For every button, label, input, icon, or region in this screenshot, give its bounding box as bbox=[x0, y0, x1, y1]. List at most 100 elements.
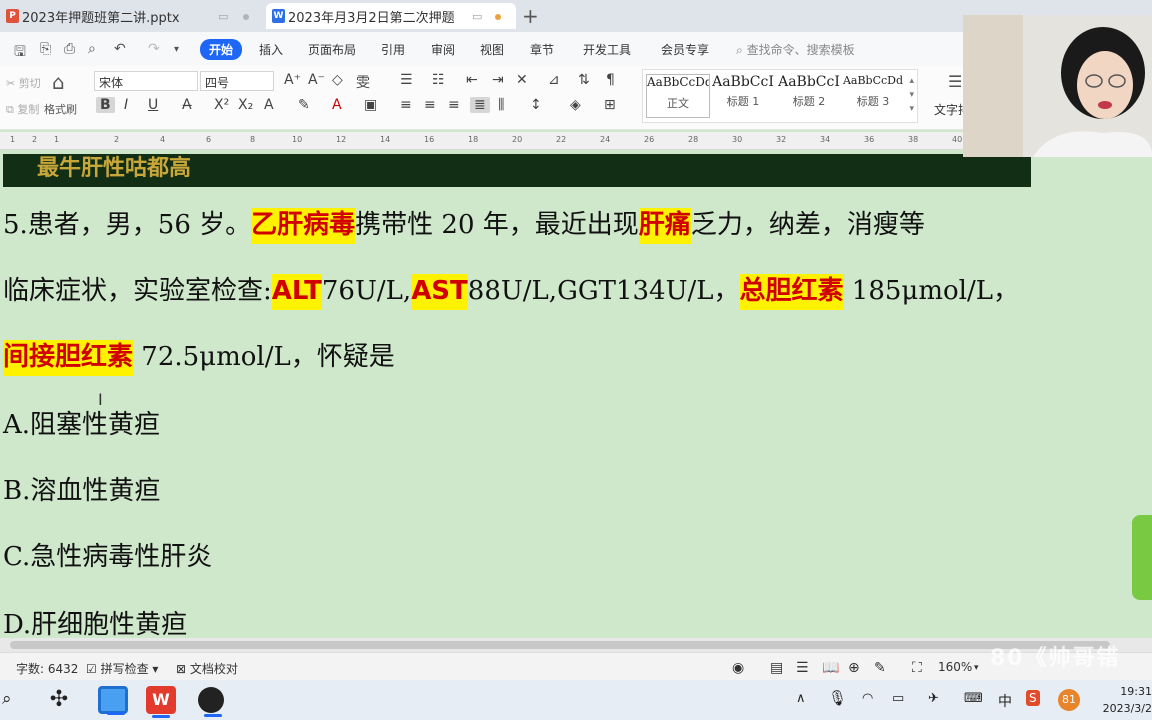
tab-pptx-document[interactable]: P 2023年押题班第二讲.pptx ▭ bbox=[0, 3, 262, 29]
vpn-icon[interactable]: ✈ bbox=[928, 691, 939, 706]
option-c[interactable]: C.急性病毒性肝炎 bbox=[3, 536, 212, 573]
format-painter-icon[interactable]: ⌂ bbox=[52, 70, 65, 94]
keyboard-icon[interactable]: ⌨ bbox=[964, 691, 983, 706]
format-painter-label[interactable]: 格式刷 bbox=[44, 101, 77, 117]
print-icon[interactable]: ⎙ bbox=[64, 41, 75, 57]
style-normal[interactable]: AaBbCcDd 正文 bbox=[646, 74, 710, 118]
document-canvas[interactable]: 最牛肝性咕都高 5.患者，男，56 岁。乙肝病毒携带性 20 年，最近出现肝痛乏… bbox=[0, 150, 1152, 638]
phonetic-guide-icon[interactable]: 雯 bbox=[356, 72, 370, 92]
borders-icon[interactable]: ⊞ bbox=[604, 97, 616, 113]
style-heading-3[interactable]: AaBbCcDd 标题 3 bbox=[841, 74, 905, 109]
zoom-level[interactable]: 160% bbox=[938, 660, 972, 674]
menu-references[interactable]: 引用 bbox=[381, 41, 405, 58]
show-marks-icon[interactable]: ¶ bbox=[606, 72, 615, 88]
option-d[interactable]: D.肝细胞性黄疸 bbox=[3, 604, 187, 638]
option-a[interactable]: A.阻塞性黄疸 bbox=[3, 404, 160, 441]
numbered-list-icon[interactable]: ☷ bbox=[432, 72, 445, 88]
menu-view[interactable]: 视图 bbox=[480, 41, 504, 58]
page-view-icon[interactable]: ▤ bbox=[770, 660, 783, 676]
text-direction-icon[interactable]: ⊿ bbox=[548, 72, 560, 88]
spell-check-button[interactable]: ☑ 拼写检查 ▾ bbox=[86, 660, 158, 677]
menu-review[interactable]: 审阅 bbox=[431, 41, 455, 58]
horizontal-scrollbar[interactable] bbox=[0, 638, 1152, 652]
screen-recorder-icon[interactable] bbox=[98, 686, 128, 715]
save-icon[interactable]: 🖫 bbox=[14, 41, 26, 65]
question-line-1[interactable]: 5.患者，男，56 岁。乙肝病毒携带性 20 年，最近出现肝痛乏力，纳差，消瘦等 bbox=[3, 204, 925, 244]
option-b[interactable]: B.溶血性黄疸 bbox=[3, 470, 160, 507]
shading-icon[interactable]: ◈ bbox=[570, 97, 581, 113]
line-spacing-icon[interactable]: ↕ bbox=[530, 97, 542, 113]
system-clock[interactable]: 19:31 2023/3/2 bbox=[1096, 683, 1152, 717]
obs-icon[interactable] bbox=[198, 687, 224, 717]
char-border-icon[interactable]: ▣ bbox=[364, 97, 377, 113]
font-name-select[interactable]: 宋体 bbox=[94, 71, 198, 91]
question-line-3[interactable]: 间接胆红素 72.5μmol/L，怀疑是 bbox=[3, 336, 395, 376]
scrollbar-thumb[interactable] bbox=[10, 641, 1110, 649]
text-tool-icon[interactable]: ☰ bbox=[948, 72, 962, 91]
distributed-icon[interactable]: ⫼ bbox=[498, 97, 504, 113]
align-left-icon[interactable]: ≡ bbox=[400, 97, 412, 113]
clear-format-icon[interactable]: ◇ bbox=[332, 72, 343, 88]
shrink-font-icon[interactable]: A⁻ bbox=[308, 72, 325, 88]
word-count[interactable]: 字数: 6432 bbox=[16, 660, 78, 677]
copy-button[interactable]: ⧉ 复制 bbox=[6, 101, 39, 117]
question-line-2[interactable]: 临床症状，实验室检查:ALT76U/L,AST88U/L,GGT134U/L，总… bbox=[3, 270, 1019, 310]
microphone-icon[interactable]: 🎙 bbox=[828, 689, 847, 707]
write-view-icon[interactable]: ✎ bbox=[874, 660, 886, 676]
font-color-icon[interactable]: A bbox=[332, 97, 342, 113]
wps-office-icon[interactable]: W bbox=[146, 686, 176, 718]
grow-font-icon[interactable]: A⁺ bbox=[284, 72, 301, 88]
italic-button[interactable]: I bbox=[124, 97, 128, 113]
bold-button[interactable]: B bbox=[96, 97, 115, 113]
cut-button[interactable]: ✂ 剪切 bbox=[6, 75, 41, 91]
menu-member[interactable]: 会员专享 bbox=[661, 41, 709, 58]
decrease-indent-icon[interactable]: ⇤ bbox=[466, 72, 478, 88]
notification-badge[interactable]: 81 bbox=[1058, 689, 1080, 711]
tab-writer-document[interactable]: W 2023年月3月2日第二次押题 ▭ bbox=[266, 3, 516, 29]
command-search[interactable]: ⌕ 查找命令、搜索模板 bbox=[736, 41, 855, 58]
strikethrough-button[interactable]: A̶ bbox=[182, 97, 192, 113]
menu-developer[interactable]: 开发工具 bbox=[583, 41, 631, 58]
align-right-icon[interactable]: ≡ bbox=[448, 97, 460, 113]
style-heading-2[interactable]: AaBbCcI 标题 2 bbox=[777, 74, 841, 109]
monitor-icon[interactable]: ▭ bbox=[218, 10, 228, 23]
pinwheel-app-icon[interactable]: ✣ bbox=[44, 686, 74, 714]
side-widget-tab[interactable] bbox=[1132, 515, 1152, 600]
style-heading-1[interactable]: AaBbCcI 标题 1 bbox=[711, 74, 775, 109]
superscript-button[interactable]: X² bbox=[214, 97, 229, 113]
text-effect-icon[interactable]: A bbox=[264, 97, 274, 113]
new-tab-button[interactable]: + bbox=[522, 4, 539, 28]
gallery-scroll-icon[interactable]: ▴ ▾ ▾ bbox=[909, 74, 914, 116]
menu-page-layout[interactable]: 页面布局 bbox=[308, 41, 356, 58]
ime-indicator[interactable]: 中 bbox=[998, 691, 1012, 711]
monitor-icon[interactable]: ▭ bbox=[472, 10, 482, 23]
battery-icon[interactable]: ▭ bbox=[892, 691, 904, 706]
underline-button[interactable]: U bbox=[148, 97, 158, 113]
menu-chapter[interactable]: 章节 bbox=[530, 41, 554, 58]
menu-insert[interactable]: 插入 bbox=[259, 41, 283, 58]
bullet-list-icon[interactable]: ☰ bbox=[400, 72, 413, 88]
outline-view-icon[interactable]: ☰ bbox=[796, 660, 809, 676]
eye-protection-icon[interactable]: ◉ bbox=[732, 660, 744, 676]
sogou-ime-icon[interactable]: S bbox=[1026, 690, 1040, 706]
preview-icon[interactable]: ⌕ bbox=[88, 41, 96, 57]
redo-icon[interactable]: ↷ bbox=[148, 41, 160, 57]
undo-icon[interactable]: ↶ bbox=[114, 41, 126, 57]
menu-home[interactable]: 开始 bbox=[200, 39, 243, 60]
reading-view-icon[interactable]: 📖 bbox=[822, 660, 839, 676]
wifi-icon[interactable]: ◠ bbox=[862, 691, 873, 706]
doc-check-button[interactable]: ⊠ 文档校对 bbox=[176, 660, 238, 677]
fit-page-icon[interactable]: ⛶ bbox=[912, 660, 922, 676]
font-size-select[interactable]: 四号 bbox=[200, 71, 274, 91]
highlight-icon[interactable]: ✎ bbox=[298, 97, 310, 113]
zoom-dropdown-icon[interactable]: ▾ bbox=[974, 663, 979, 673]
sort-icon[interactable]: ⇅ bbox=[578, 72, 590, 88]
tray-expand-icon[interactable]: ∧ bbox=[796, 691, 806, 706]
export-icon[interactable]: ⎘ bbox=[40, 41, 51, 57]
more-chevron-icon[interactable]: ▾ bbox=[174, 44, 179, 55]
web-view-icon[interactable]: ⊕ bbox=[848, 660, 860, 676]
chinese-layout-icon[interactable]: ✕ bbox=[516, 72, 528, 88]
justify-icon[interactable]: ≣ bbox=[470, 97, 490, 113]
increase-indent-icon[interactable]: ⇥ bbox=[492, 72, 504, 88]
align-center-icon[interactable]: ≡ bbox=[424, 97, 436, 113]
